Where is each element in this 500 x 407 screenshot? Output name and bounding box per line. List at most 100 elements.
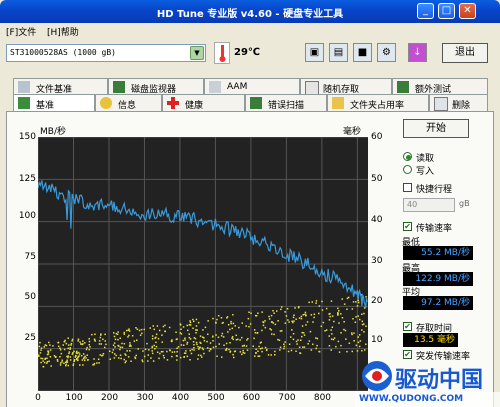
access-time-point xyxy=(284,341,286,343)
access-time-point xyxy=(154,337,156,339)
access-time-point xyxy=(101,354,103,357)
access-time-points xyxy=(38,294,367,368)
access-time-point xyxy=(195,329,197,331)
access-time-point xyxy=(66,359,68,361)
quick-size-input[interactable]: 40 xyxy=(403,198,455,212)
access-time-point xyxy=(56,358,59,361)
access-time-point xyxy=(186,355,189,358)
drive-select[interactable]: ST31000528AS (1000 gB) ▼ xyxy=(6,44,206,62)
tab-error-scan[interactable]: 错误扫描 xyxy=(245,94,327,111)
tab-file-benchmark[interactable]: 文件基准 xyxy=(13,78,108,95)
save-icon[interactable]: ■ xyxy=(353,43,372,62)
tab-info[interactable]: 信息 xyxy=(95,94,162,111)
access-time-point xyxy=(200,342,202,344)
access-time-point xyxy=(155,341,157,344)
tab-benchmark[interactable]: 基准 xyxy=(13,94,95,111)
copy-all-icon[interactable]: ▤ xyxy=(329,43,348,62)
access-time-point xyxy=(259,348,262,350)
chevron-down-icon[interactable]: ▼ xyxy=(190,46,204,60)
minimize-button[interactable]: _ xyxy=(417,3,434,19)
tab-random-access[interactable]: 随机存取 xyxy=(300,78,392,95)
tab-health[interactable]: 健康 xyxy=(162,94,245,111)
access-time-point xyxy=(57,341,59,344)
access-time-point xyxy=(297,339,299,341)
access-time-point xyxy=(313,316,315,319)
maximize-button[interactable]: □ xyxy=(438,3,455,19)
erase-icon xyxy=(434,97,448,111)
access-time-point xyxy=(77,340,79,342)
access-time-point xyxy=(49,344,51,346)
access-time-point xyxy=(123,358,125,361)
access-time-point xyxy=(258,355,261,357)
access-time-point xyxy=(155,333,158,335)
access-time-point xyxy=(190,352,193,355)
access-time-point xyxy=(254,332,257,334)
access-time-checkbox[interactable]: ✔ xyxy=(403,322,412,331)
start-button[interactable]: 开始 xyxy=(403,119,469,138)
access-time-point xyxy=(76,350,78,353)
access-time-point xyxy=(232,322,235,325)
access-time-point xyxy=(94,340,96,342)
access-time-point xyxy=(146,342,148,345)
access-time-point xyxy=(225,342,228,345)
access-time-point xyxy=(357,299,359,302)
access-time-point xyxy=(302,346,304,348)
access-time-point xyxy=(253,329,256,331)
access-time-point xyxy=(98,340,101,342)
options-icon[interactable]: ⚙ xyxy=(377,43,396,62)
access-time-point xyxy=(207,320,209,322)
access-time-point xyxy=(268,315,270,318)
access-time-point xyxy=(113,335,116,338)
transfer-rate-checkbox[interactable]: ✔ xyxy=(403,222,412,231)
access-time-point xyxy=(269,328,271,330)
access-time-point xyxy=(67,355,69,357)
menu-file[interactable]: [F]文件 xyxy=(6,25,36,38)
access-time-point xyxy=(273,333,275,336)
access-time-point xyxy=(318,350,320,353)
access-time-point xyxy=(131,335,134,337)
tab-folder-usage[interactable]: 文件夹占用率 xyxy=(327,94,429,111)
access-time-point xyxy=(113,332,115,334)
access-time-point xyxy=(197,321,200,324)
write-radio[interactable] xyxy=(403,165,412,174)
access-time-point xyxy=(284,311,286,313)
access-time-point xyxy=(186,341,189,344)
access-time-point xyxy=(180,344,183,346)
access-time-point xyxy=(86,354,88,356)
access-time-point xyxy=(192,318,194,321)
access-time-point xyxy=(201,356,203,358)
access-time-point xyxy=(189,320,191,322)
close-button[interactable]: ✕ xyxy=(459,3,476,19)
exit-button[interactable]: 退出 xyxy=(442,43,488,63)
copy-icon[interactable]: ▣ xyxy=(305,43,324,62)
x-tick: 500 xyxy=(207,393,225,403)
access-time-point xyxy=(257,350,259,352)
y2-tick: 60 xyxy=(371,132,383,142)
tab-aam[interactable]: AAM xyxy=(204,78,300,95)
access-time-point xyxy=(361,320,364,323)
watermark-brand: 驱动中国 xyxy=(395,368,484,393)
read-radio[interactable] xyxy=(403,152,412,161)
access-time-point xyxy=(166,359,169,361)
access-time-point xyxy=(187,329,189,332)
access-time-point xyxy=(68,351,71,353)
access-time-point xyxy=(70,344,72,346)
tab-erase[interactable]: 删除 xyxy=(429,94,488,111)
access-time-point xyxy=(147,354,149,356)
tab-disk-monitor[interactable]: 磁盘监视器 xyxy=(108,78,204,95)
access-time-point xyxy=(281,330,283,332)
quick-test-label: 快捷行程 xyxy=(416,185,453,195)
access-time-point xyxy=(80,343,82,345)
menu-help[interactable]: [H]帮助 xyxy=(47,25,79,38)
access-time-point xyxy=(151,352,154,355)
quick-test-checkbox[interactable] xyxy=(403,183,412,192)
access-time-point xyxy=(264,346,267,349)
access-time-point xyxy=(81,359,84,361)
download-icon[interactable]: ↓ xyxy=(408,43,427,62)
access-time-point xyxy=(67,364,70,367)
access-time-point xyxy=(123,333,125,335)
access-time-point xyxy=(65,361,67,363)
access-time-point xyxy=(333,337,336,339)
access-time-point xyxy=(295,318,297,320)
tab-extra-tests[interactable]: 额外测试 xyxy=(392,78,488,95)
